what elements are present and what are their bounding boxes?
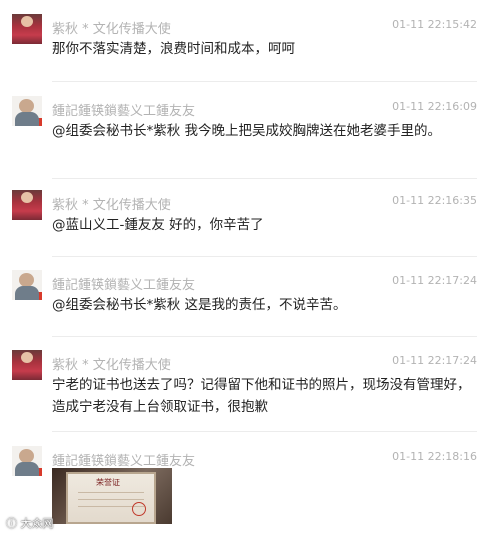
timestamp: 01-11 22:17:24 bbox=[392, 274, 477, 287]
certificate-text-line bbox=[78, 499, 144, 500]
author-name[interactable]: 鍾記鍾锳鎖藝义工鍾友友 bbox=[52, 450, 195, 469]
avatar[interactable] bbox=[12, 270, 42, 300]
author-name[interactable]: 紫秋 * 文化传播大使 bbox=[52, 354, 171, 373]
author-name[interactable]: 紫秋 * 文化传播大使 bbox=[52, 18, 171, 37]
author-name[interactable]: 鍾記鍾锳鎖藝义工鍾友友 bbox=[52, 100, 195, 119]
certificate: 荣誉证 bbox=[66, 472, 156, 524]
avatar[interactable] bbox=[12, 446, 42, 476]
message-text: @蓝山义工-鍾友友 好的，你辛苦了 bbox=[52, 217, 264, 233]
timestamp: 01-11 22:17:24 bbox=[392, 354, 477, 367]
avatar[interactable] bbox=[12, 96, 42, 126]
certificate-text-line bbox=[78, 492, 144, 493]
flag-icon bbox=[32, 292, 42, 300]
avatar[interactable] bbox=[12, 350, 42, 380]
watermark: ⓘ 大众网 bbox=[6, 517, 54, 530]
divider bbox=[52, 256, 477, 257]
message-text: 宁老的证书也送去了吗？记得留下他和证书的照片，现场没有管理好，造成宁老没有上台领… bbox=[52, 377, 471, 415]
watermark-text: 大众网 bbox=[20, 517, 54, 530]
seal-icon bbox=[132, 502, 146, 516]
author-name[interactable]: 鍾記鍾锳鎖藝义工鍾友友 bbox=[52, 274, 195, 293]
message-text: @组委会秘书长*紫秋 这是我的责任，不说辛苦。 bbox=[52, 297, 347, 313]
message-text: @组委会秘书长*紫秋 我今晚上把吴成姣胸牌送在她老婆手里的。 bbox=[52, 123, 442, 139]
chat-feed: 紫秋 * 文化传播大使 01-11 22:15:42 那你不落实清楚，浪费时间和… bbox=[0, 0, 497, 535]
divider bbox=[52, 431, 477, 432]
author-name[interactable]: 紫秋 * 文化传播大使 bbox=[52, 194, 171, 213]
flag-icon bbox=[32, 468, 42, 476]
avatar[interactable] bbox=[12, 190, 42, 220]
certificate-title: 荣誉证 bbox=[96, 478, 120, 487]
timestamp: 01-11 22:16:09 bbox=[392, 100, 477, 113]
divider bbox=[52, 336, 477, 337]
divider bbox=[52, 178, 477, 179]
timestamp: 01-11 22:16:35 bbox=[392, 194, 477, 207]
divider bbox=[52, 81, 477, 82]
timestamp: 01-11 22:15:42 bbox=[392, 18, 477, 31]
avatar[interactable] bbox=[12, 14, 42, 44]
certificate-photo[interactable]: 荣誉证 bbox=[52, 468, 172, 524]
message-text: 那你不落实清楚，浪费时间和成本，呵呵 bbox=[52, 41, 295, 57]
flag-icon bbox=[32, 118, 42, 126]
timestamp: 01-11 22:18:16 bbox=[392, 450, 477, 463]
